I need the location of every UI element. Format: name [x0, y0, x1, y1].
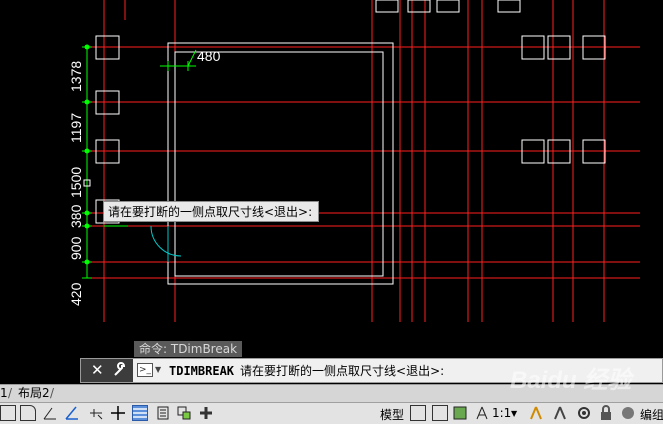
dimension-480: 480 [197, 48, 221, 64]
red-axis-grid [88, 0, 640, 322]
crosshair-icon[interactable] [110, 405, 126, 421]
isolate-objects-icon[interactable] [620, 405, 636, 421]
annotation-visibility-icon[interactable] [528, 405, 544, 421]
door-swing [150, 225, 182, 262]
selection-cycling-icon[interactable] [176, 405, 192, 421]
command-input[interactable]: TDIMBREAK 请在要打断的一侧点取尺寸线<退出>: [169, 362, 444, 379]
dimension-lines [82, 44, 197, 279]
transparency-icon[interactable] [155, 405, 171, 421]
command-tooltip: 请在要打断的一侧点取尺寸线<退出>: [103, 201, 319, 222]
annotation-scale-icon[interactable] [474, 405, 490, 421]
snap-icon[interactable] [20, 405, 36, 421]
chevron-down-icon[interactable]: ▼ [511, 409, 517, 418]
scale-mode-icon[interactable] [452, 405, 468, 421]
plus-icon[interactable] [198, 405, 214, 421]
tab-layout-1[interactable]: 1 [0, 385, 8, 402]
command-name: TDIMBREAK [169, 364, 235, 378]
watermark-logo: Baidu 经验 [510, 367, 632, 394]
wall-outline [95, 0, 606, 285]
dimension-1378: 1378 [68, 60, 84, 92]
osnap-icon[interactable] [88, 405, 104, 421]
polar-icon[interactable] [64, 405, 80, 421]
chevron-down-icon[interactable]: ▼ [155, 365, 161, 374]
command-line-handle[interactable]: ✕ [81, 359, 133, 382]
tab-layout-2[interactable]: 布局2 [18, 385, 50, 402]
viewport-icon[interactable] [432, 405, 448, 421]
lock-icon[interactable] [598, 405, 614, 421]
tab-separator: / [8, 386, 13, 400]
wrench-icon[interactable] [112, 362, 128, 378]
auto-scale-icon[interactable] [552, 405, 568, 421]
status-bar: 模型 1:1 ▼ 编组 [0, 402, 663, 424]
lineweight-icon[interactable] [132, 405, 148, 421]
gear-icon[interactable] [576, 405, 592, 421]
grid-icon[interactable] [0, 405, 16, 421]
dimension-1500: 1500 [68, 166, 84, 198]
drawing-canvas[interactable] [0, 0, 663, 385]
group-edit-label[interactable]: 编组 [640, 406, 663, 423]
dimension-380: 380 [68, 204, 84, 228]
dimension-420: 420 [68, 282, 84, 306]
model-space-label[interactable]: 模型 [380, 406, 404, 423]
tab-separator: / [50, 386, 55, 400]
ortho-icon[interactable] [42, 405, 58, 421]
dimension-900: 900 [68, 236, 84, 260]
layout-icon[interactable] [410, 405, 426, 421]
command-prompt-icon[interactable]: >_ [137, 363, 153, 377]
close-icon[interactable]: ✕ [91, 361, 104, 379]
dimension-1197: 1197 [68, 112, 84, 143]
command-history: 命令: TDimBreak [134, 341, 243, 357]
annotation-scale[interactable]: 1:1 [492, 406, 511, 420]
command-prompt: 请在要打断的一侧点取尺寸线<退出>: [240, 364, 445, 378]
